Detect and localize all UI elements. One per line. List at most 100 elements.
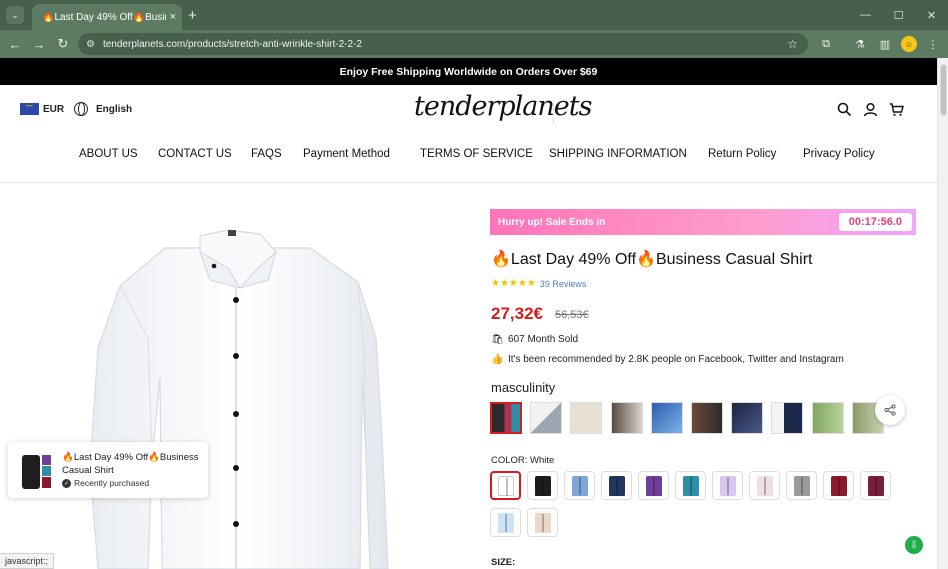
close-window-icon[interactable]: ✕: [915, 0, 948, 30]
thumbs-up-icon: 👍: [491, 354, 504, 365]
nav-terms-of-service[interactable]: TERMS OF SERVICE: [420, 148, 533, 160]
style-thumbnail[interactable]: [650, 402, 683, 434]
color-swatch[interactable]: [564, 471, 595, 500]
color-option-label: COLOR: White: [491, 455, 555, 466]
cart-icon[interactable]: [888, 101, 904, 117]
side-panel-icon[interactable]: ▥: [876, 35, 894, 53]
shirt-swatch-icon: [497, 475, 514, 496]
popup-product-image: [14, 451, 64, 491]
nav-contact-us[interactable]: CONTACT US: [158, 148, 232, 160]
shirt-swatch-icon: [756, 475, 773, 496]
site-info-icon[interactable]: ⚙: [86, 39, 95, 50]
chat-icon[interactable]: ⇩: [905, 536, 923, 554]
shirt-swatch-icon: [534, 512, 551, 533]
bag-icon: 🛍: [491, 334, 504, 345]
account-icon[interactable]: [862, 101, 878, 117]
browser-tab-bar: ⌄ 🔥Last Day 49% Off🔥Business × + — ☐ ✕: [0, 0, 948, 30]
extensions-icon[interactable]: ⧉: [817, 35, 835, 53]
menu-icon[interactable]: ⋮: [924, 35, 942, 53]
style-thumbnail[interactable]: [771, 402, 804, 434]
style-thumbnail[interactable]: [570, 402, 603, 434]
star-rating-icon: ★★★★★: [491, 278, 536, 289]
share-icon[interactable]: [875, 395, 905, 425]
page-scrollbar[interactable]: [937, 58, 948, 569]
recommendation-text: It's been recommended by 2.8K people on …: [508, 354, 844, 365]
reviews-link[interactable]: 39 Reviews: [540, 279, 587, 289]
product-main-image[interactable]: [60, 208, 440, 569]
color-swatch[interactable]: [490, 508, 521, 537]
popup-status-text: Recently purchased: [74, 478, 150, 488]
popup-status: ✓ Recently purchased: [62, 478, 149, 488]
nav-privacy-policy[interactable]: Privacy Policy: [803, 148, 875, 160]
shirt-swatch-icon: [571, 475, 588, 496]
check-circle-icon: ✓: [62, 478, 71, 488]
color-swatch[interactable]: [601, 471, 632, 500]
recommendation-line: 👍 It's been recommended by 2.8K people o…: [491, 354, 844, 365]
browser-tab[interactable]: 🔥Last Day 49% Off🔥Business ×: [32, 4, 182, 30]
globe-icon: [74, 102, 88, 116]
url-text: tenderplanets.com/products/stretch-anti-…: [102, 38, 362, 50]
popup-title: 🔥Last Day 49% Off🔥Business Casual Shirt: [62, 452, 199, 476]
tab-close-icon[interactable]: ×: [170, 11, 176, 23]
scrollbar-thumb[interactable]: [940, 64, 947, 116]
color-swatch[interactable]: [860, 471, 891, 500]
eu-flag-icon: [20, 102, 39, 115]
product-rating: ★★★★★ 39 Reviews: [491, 278, 586, 289]
recent-purchase-popup[interactable]: 🔥Last Day 49% Off🔥Business Casual Shirt …: [8, 442, 208, 498]
site-header: EUR English tenderplanets: [0, 85, 937, 135]
color-swatch[interactable]: [490, 471, 521, 500]
shirt-swatch-icon: [608, 475, 625, 496]
search-icon[interactable]: [836, 101, 852, 117]
browser-status-bar: javascript:;: [0, 553, 55, 569]
sale-price: 27,32€: [491, 304, 543, 323]
nav-faqs[interactable]: FAQS: [251, 148, 282, 160]
color-swatch[interactable]: [749, 471, 780, 500]
color-swatch[interactable]: [712, 471, 743, 500]
nav-about-us[interactable]: ABOUT US: [79, 148, 138, 160]
language-label: English: [96, 103, 133, 115]
forward-icon[interactable]: →: [30, 35, 48, 53]
color-swatch[interactable]: [527, 471, 558, 500]
language-selector[interactable]: English: [74, 102, 132, 116]
reload-icon[interactable]: ↻: [54, 35, 72, 53]
profile-avatar[interactable]: ☺: [901, 36, 917, 52]
address-bar[interactable]: ⚙ tenderplanets.com/products/stretch-ant…: [78, 33, 808, 55]
currency-selector[interactable]: EUR: [20, 102, 65, 115]
shirt-swatch-icon: [534, 475, 551, 496]
countdown-timer: 00:17:56.0: [838, 213, 912, 231]
color-swatch[interactable]: [675, 471, 706, 500]
browser-toolbar: ← → ↻ ⚙ tenderplanets.com/products/stret…: [0, 30, 948, 58]
nav-payment-method[interactable]: Payment Method: [303, 148, 390, 160]
product-title: 🔥Last Day 49% Off🔥Business Casual Shirt: [491, 251, 813, 268]
window-controls: — ☐ ✕: [849, 0, 948, 30]
color-swatch[interactable]: [527, 508, 558, 537]
style-thumbnail[interactable]: [490, 402, 522, 434]
sale-label: Hurry up! Sale Ends in: [498, 216, 606, 228]
lab-icon[interactable]: ⚗: [851, 35, 869, 53]
minimize-icon[interactable]: —: [849, 0, 882, 30]
nav-return-policy[interactable]: Return Policy: [708, 148, 776, 160]
tab-list-icon[interactable]: ⌄: [6, 6, 24, 24]
color-swatch[interactable]: [786, 471, 817, 500]
bookmark-star-icon[interactable]: ☆: [787, 37, 798, 51]
style-thumbnail[interactable]: [731, 402, 764, 434]
site-logo[interactable]: tenderplanets: [414, 91, 592, 122]
size-option-label: SIZE:: [491, 557, 516, 568]
style-thumbnail[interactable]: [610, 402, 643, 434]
new-tab-button[interactable]: +: [188, 7, 197, 24]
style-thumbnail[interactable]: [690, 402, 723, 434]
shirt-swatch-icon: [867, 475, 884, 496]
shirt-swatch-icon: [645, 475, 662, 496]
color-swatch[interactable]: [638, 471, 669, 500]
style-thumbnail[interactable]: [530, 402, 563, 434]
sale-countdown-bar: Hurry up! Sale Ends in 00:17:56.0: [490, 209, 916, 235]
style-thumbnail[interactable]: [811, 402, 844, 434]
back-icon[interactable]: ←: [6, 35, 24, 53]
compare-at-price: 56,53€: [555, 309, 589, 321]
color-swatch[interactable]: [823, 471, 854, 500]
currency-label: EUR: [43, 103, 65, 115]
maximize-icon[interactable]: ☐: [882, 0, 915, 30]
nav-divider: [0, 182, 937, 183]
logo-divider: [553, 97, 554, 125]
nav-shipping-information[interactable]: SHIPPING INFORMATION: [549, 148, 687, 160]
